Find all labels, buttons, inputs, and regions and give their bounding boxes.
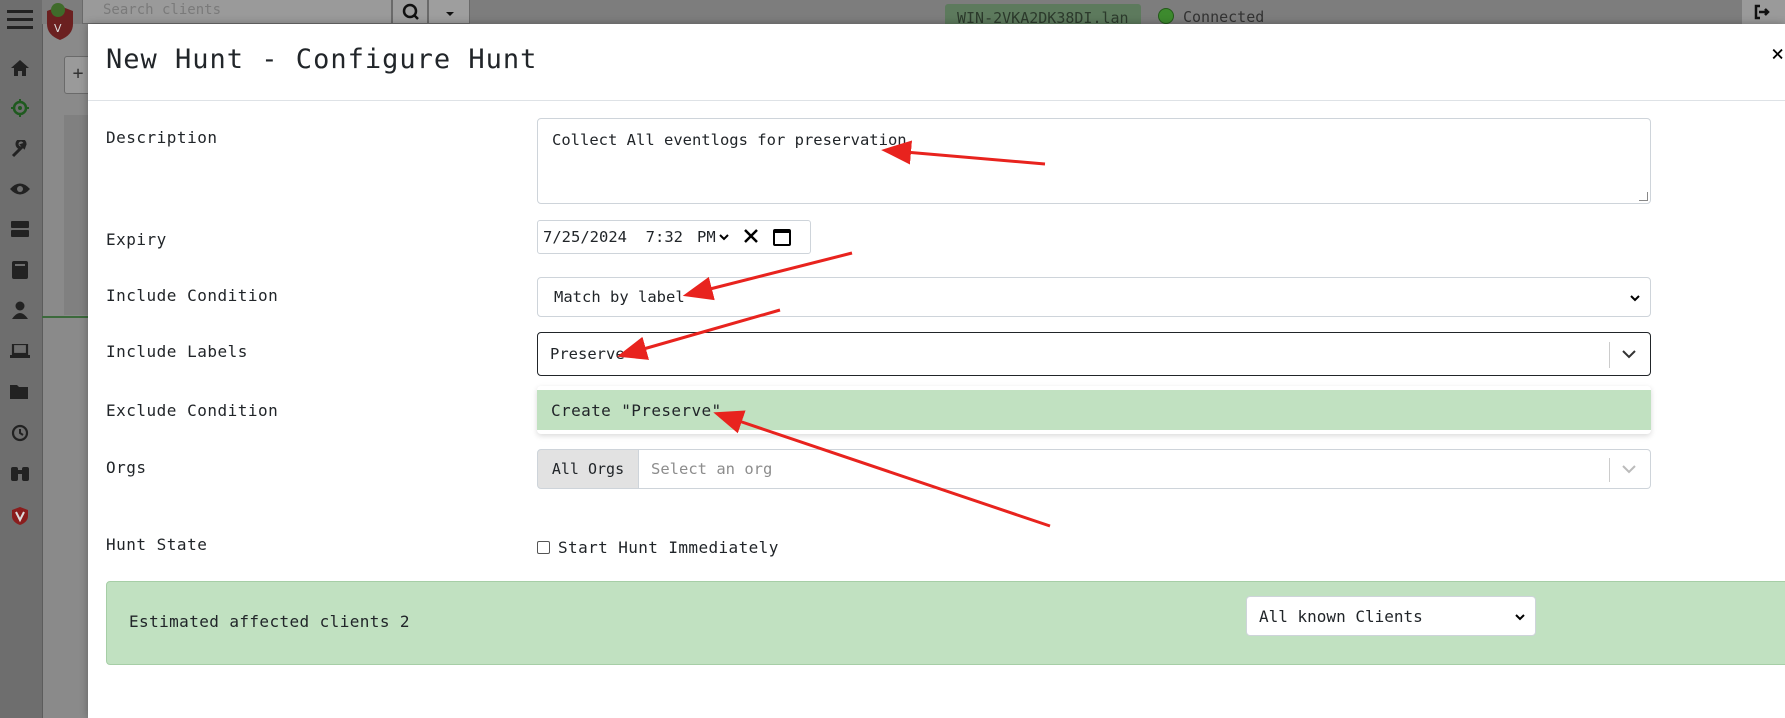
description-textarea[interactable]: Collect All eventlogs for preservation bbox=[537, 118, 1651, 204]
include-condition-value: Match by label bbox=[554, 288, 685, 306]
caret-down-icon bbox=[446, 12, 454, 16]
org-select-placeholder: Select an org bbox=[651, 460, 773, 478]
client-scope-select[interactable]: All known Clients bbox=[1246, 596, 1536, 636]
home-icon[interactable] bbox=[7, 55, 33, 81]
ampm-value: PM bbox=[696, 228, 716, 246]
history-icon[interactable] bbox=[7, 420, 33, 446]
start-immediately-control[interactable]: Start Hunt Immediately bbox=[537, 538, 779, 557]
search-button[interactable] bbox=[392, 0, 428, 24]
chevron-down-icon[interactable] bbox=[1620, 345, 1638, 363]
calendar-icon[interactable] bbox=[772, 228, 791, 246]
clear-date-icon[interactable] bbox=[743, 225, 759, 249]
indicator-separator bbox=[1609, 342, 1610, 368]
start-immediately-checkbox[interactable] bbox=[537, 541, 550, 554]
client-search-input[interactable]: Search clients bbox=[82, 0, 392, 24]
estimated-clients-text: Estimated affected clients 2 bbox=[129, 612, 410, 631]
include-labels-label: Include Labels bbox=[106, 342, 248, 361]
folder-icon[interactable] bbox=[7, 378, 33, 404]
description-label: Description bbox=[106, 128, 218, 147]
orgs-label: Orgs bbox=[106, 458, 147, 477]
hunt-table-background bbox=[64, 115, 88, 315]
chevron-down-icon[interactable] bbox=[1620, 460, 1638, 478]
search-dropdown-button[interactable] bbox=[428, 0, 470, 24]
hamburger-menu-icon[interactable] bbox=[7, 6, 33, 32]
include-condition-select[interactable]: Match by label bbox=[537, 277, 1651, 317]
wrench-icon[interactable] bbox=[7, 136, 33, 162]
logout-icon bbox=[1754, 4, 1770, 20]
expiry-datetime-input[interactable]: 7/25/2024 7:32 PM bbox=[537, 220, 811, 254]
divider bbox=[42, 316, 88, 318]
indicator-separator bbox=[1609, 458, 1610, 482]
expiry-ampm-select[interactable]: PM bbox=[697, 228, 729, 246]
binoculars-icon[interactable] bbox=[7, 460, 33, 486]
org-select[interactable]: Select an org bbox=[639, 449, 1651, 489]
client-scope-value: All known Clients bbox=[1259, 606, 1423, 626]
server-icon[interactable] bbox=[7, 216, 33, 242]
crosshair-icon[interactable] bbox=[7, 95, 33, 121]
logout-button[interactable] bbox=[1742, 0, 1785, 24]
search-icon bbox=[402, 3, 419, 20]
include-condition-label: Include Condition bbox=[106, 286, 279, 305]
labels-dropdown-menu: Create "Preserve" bbox=[537, 386, 1651, 434]
expiry-label: Expiry bbox=[106, 230, 167, 249]
resize-handle-icon[interactable] bbox=[1639, 192, 1648, 201]
modal-header: New Hunt - Configure Hunt × bbox=[88, 24, 1785, 101]
connection-status-icon bbox=[1158, 8, 1174, 24]
chevron-down-icon bbox=[1515, 614, 1525, 621]
sidebar bbox=[0, 0, 43, 718]
all-orgs-button[interactable]: All Orgs bbox=[537, 449, 639, 489]
new-hunt-modal: New Hunt - Configure Hunt × Description … bbox=[88, 24, 1785, 718]
exclude-condition-label: Exclude Condition bbox=[106, 401, 279, 420]
include-labels-value[interactable]: Preserve bbox=[550, 345, 625, 363]
hunt-state-label: Hunt State bbox=[106, 535, 208, 554]
estimate-panel: Estimated affected clients 2 All known C… bbox=[106, 581, 1785, 665]
modal-title: New Hunt - Configure Hunt bbox=[106, 44, 538, 75]
start-immediately-label: Start Hunt Immediately bbox=[558, 538, 779, 557]
chevron-down-icon bbox=[1630, 295, 1640, 302]
close-button[interactable]: × bbox=[1771, 42, 1785, 67]
description-value: Collect All eventlogs for preservation bbox=[552, 131, 907, 149]
client-hostname[interactable]: WIN-2VKA2DK38DI.lan bbox=[945, 4, 1141, 27]
expiry-value[interactable]: 7/25/2024 7:32 bbox=[543, 228, 683, 246]
eye-icon[interactable] bbox=[7, 176, 33, 202]
book-icon[interactable] bbox=[7, 257, 33, 283]
laptop-icon[interactable] bbox=[7, 338, 33, 364]
include-labels-combobox[interactable]: Preserve bbox=[537, 332, 1651, 376]
orgs-input-group: All Orgs Select an org bbox=[537, 449, 1651, 489]
chevron-down-icon bbox=[718, 234, 729, 241]
velociraptor-shield-icon[interactable] bbox=[7, 503, 33, 529]
create-label-option[interactable]: Create "Preserve" bbox=[537, 390, 1651, 430]
app-logo: V bbox=[46, 2, 74, 40]
svg-text:V: V bbox=[54, 22, 62, 35]
user-icon[interactable] bbox=[7, 297, 33, 323]
